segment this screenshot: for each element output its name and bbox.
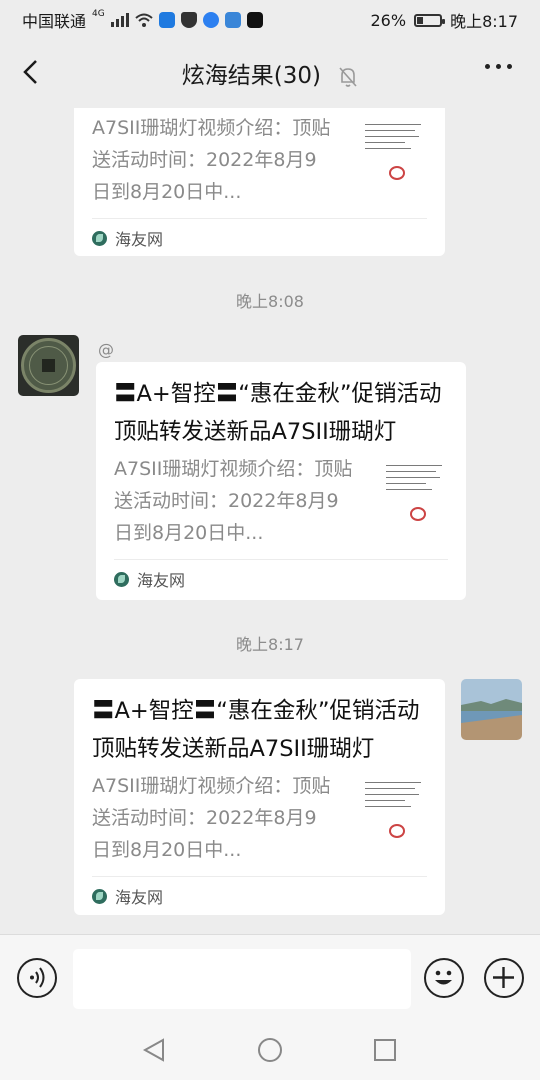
voice-icon[interactable] [17, 958, 57, 998]
haiyou-logo-icon [92, 888, 107, 904]
network-type: 4G [92, 9, 105, 19]
status-right: 26% 晚上8:17 [371, 8, 519, 32]
card-thumbnail [357, 118, 427, 188]
link-card-2[interactable]: 〓A+智控〓“惠在金秋”促销活动顶贴转发送新品A7SII珊瑚灯 A7SII珊瑚灯… [96, 362, 466, 600]
sender-avatar[interactable] [18, 335, 79, 396]
circle-home-icon[interactable] [257, 1037, 283, 1063]
photo-app-icon [224, 12, 241, 28]
timestamp: 晚上8:17 [236, 635, 304, 654]
card-desc: A7SII珊瑚灯视频介绍：顶贴送活动时间：2022年8月9日到8月20日中... [92, 775, 331, 861]
input-bar [0, 934, 540, 1021]
emoji-icon[interactable] [424, 958, 464, 998]
sender-name: @ [98, 340, 114, 359]
security-app-icon [180, 12, 197, 28]
my-avatar[interactable] [461, 679, 522, 740]
signal-icon [110, 13, 129, 27]
card-title: 〓A+智控〓“惠在金秋”促销活动顶贴转发送新品A7SII珊瑚灯 [114, 381, 442, 445]
chat-header: 炫海结果(30) [0, 36, 540, 108]
clock: 晚上8:17 [450, 12, 518, 31]
card-title: 〓A+智控〓“惠在金秋”促销活动顶贴转发送新品A7SII珊瑚灯 [92, 698, 420, 762]
plus-circle-icon[interactable] [484, 958, 524, 998]
square-recents-icon[interactable] [372, 1037, 398, 1063]
chat-title: 炫海结果(30) [181, 63, 321, 89]
more-dots-icon[interactable] [485, 64, 512, 69]
carrier-name: 中国联通 [22, 12, 87, 31]
battery-icon [414, 13, 446, 27]
card-desc: A7SII珊瑚灯视频介绍：顶贴送活动时间：2022年8月9日到8月20日中... [114, 458, 353, 544]
status-bar: 中国联通 4G 26% 晚上8:17 [0, 0, 540, 36]
timestamp: 晚上8:08 [236, 292, 304, 311]
card-desc: A7SII珊瑚灯视频介绍：顶贴送活动时间：2022年8月9日到8月20日中... [92, 117, 331, 203]
wifi-icon [135, 13, 153, 27]
bell-off-icon [339, 66, 357, 87]
source-name: 海友网 [137, 571, 186, 590]
card-source: 海友网 [114, 559, 448, 598]
triangle-back-icon[interactable] [141, 1037, 167, 1063]
chat-area[interactable]: A7SII珊瑚灯视频介绍：顶贴送活动时间：2022年8月9日到8月20日中...… [0, 108, 540, 934]
shield-app-icon [158, 12, 175, 28]
card-thumbnail [357, 776, 427, 846]
card-source: 海友网 [92, 876, 427, 915]
link-card-3[interactable]: 〓A+智控〓“惠在金秋”促销活动顶贴转发送新品A7SII珊瑚灯 A7SII珊瑚灯… [74, 679, 445, 915]
haiyou-logo-icon [114, 571, 129, 587]
status-left: 中国联通 4G [22, 8, 263, 32]
chat-title-wrap: 炫海结果(30) [0, 56, 540, 90]
cloud-app-icon [202, 12, 219, 28]
message-input[interactable] [73, 949, 411, 1009]
source-name: 海友网 [115, 230, 164, 249]
system-nav-bar [0, 1020, 540, 1080]
haiyou-logo-icon [92, 230, 107, 246]
card-thumbnail [378, 459, 448, 529]
link-card-1[interactable]: A7SII珊瑚灯视频介绍：顶贴送活动时间：2022年8月9日到8月20日中...… [74, 108, 445, 256]
source-name: 海友网 [115, 888, 164, 907]
battery-percent: 26% [370, 10, 407, 30]
card-source: 海友网 [92, 218, 427, 257]
tiktok-app-icon [246, 12, 263, 28]
